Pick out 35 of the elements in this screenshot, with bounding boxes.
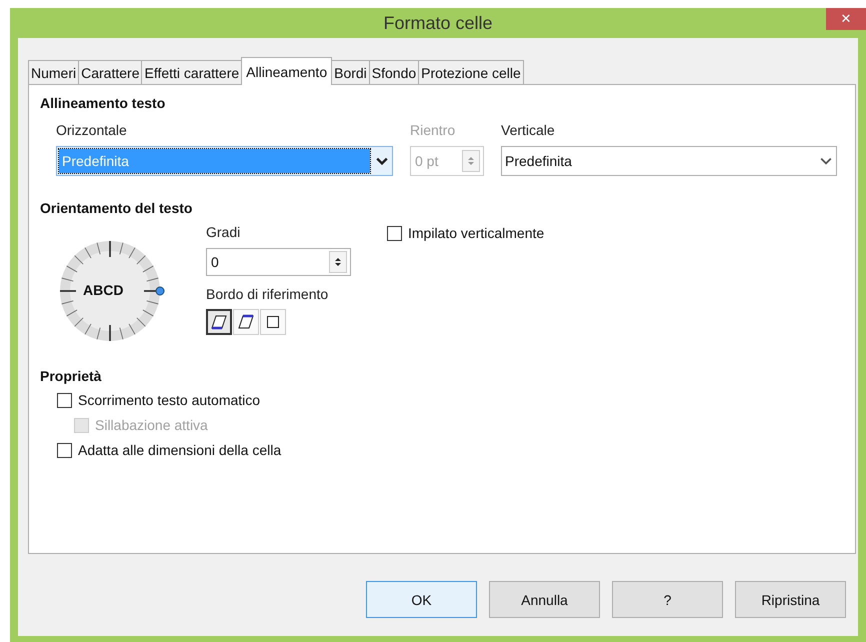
dialog-button[interactable]: Annulla (489, 581, 600, 618)
checkbox-label: Scorrimento testo automatico (78, 392, 260, 408)
checkbox[interactable] (57, 392, 72, 408)
chevron-down-icon (820, 155, 832, 167)
vertical-dropdown[interactable]: Predefinita (501, 146, 837, 176)
section-heading: Orientamento del testo (40, 200, 194, 216)
window-title: Formato celle (383, 12, 493, 34)
parallelogram-icon (238, 314, 254, 330)
spin-arrows-icon (334, 256, 342, 268)
section-heading: Allineamento testo (40, 95, 166, 111)
dialog-button[interactable]: Ripristina (735, 581, 846, 618)
reference-edge-button[interactable] (206, 309, 232, 335)
checkbox[interactable] (387, 226, 402, 240)
checkbox[interactable] (57, 442, 72, 458)
field-label: Rientro (410, 122, 456, 138)
field-label: Orizzontale (56, 122, 128, 138)
field-label: Gradi (206, 224, 242, 240)
degrees-spinbox[interactable]: 0 (206, 248, 351, 276)
checkbox-label: Sillabazione attiva (95, 417, 208, 433)
square-icon (265, 314, 281, 330)
parallelogram-icon (211, 314, 227, 330)
field-label: Bordo di riferimento (206, 286, 330, 302)
tab[interactable]: Numeri (28, 60, 80, 84)
dialog-button[interactable]: OK (366, 581, 477, 618)
close-button[interactable]: ✕ (826, 8, 866, 30)
dial-preview-text: ABCD (83, 282, 124, 298)
dialog-button[interactable]: ? (612, 581, 723, 618)
section-heading: Proprietà (40, 368, 102, 384)
checkbox-label: Impilato verticalmente (408, 225, 544, 241)
chevron-down-icon (376, 155, 388, 167)
spin-arrows-icon (467, 155, 475, 167)
tab[interactable]: Protezione celle (418, 60, 524, 84)
checkbox-label: Adatta alle dimensioni della cella (78, 442, 282, 458)
tab[interactable]: Allineamento (241, 57, 332, 85)
field-label: Verticale (501, 122, 556, 138)
